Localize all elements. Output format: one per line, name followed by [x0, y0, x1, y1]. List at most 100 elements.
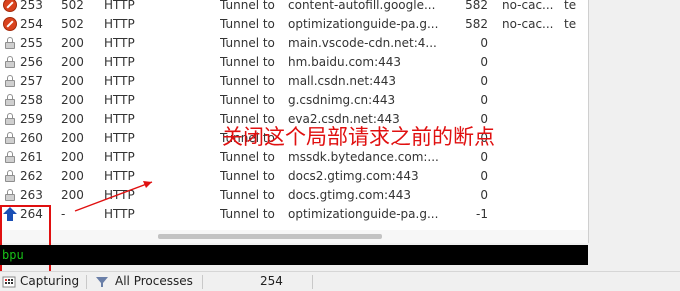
- session-protocol-cell: HTTP: [104, 131, 135, 145]
- session-num-cell: 255: [20, 36, 43, 50]
- session-result-cell: 200: [61, 169, 84, 183]
- capturing-label[interactable]: Capturing: [20, 272, 79, 291]
- session-row[interactable]: 263 200 HTTP Tunnel to docs.gtimg.com:443 0: [0, 186, 588, 205]
- session-url-cell: mall.csdn.net:443: [288, 74, 397, 88]
- status-bar: Capturing All Processes 254: [0, 271, 680, 291]
- lock-icon: [3, 169, 17, 183]
- session-result-cell: 200: [61, 188, 84, 202]
- session-url-cell: content-autofill.google...: [288, 0, 436, 12]
- session-body-cell: 0: [480, 169, 488, 183]
- lock-icon: [3, 131, 17, 145]
- session-body-cell: 582: [465, 0, 488, 12]
- session-caching-cell: no-cac...: [502, 17, 554, 31]
- session-host-cell: Tunnel to: [220, 207, 275, 221]
- session-url-cell: optimizationguide-pa.g...: [288, 207, 439, 221]
- right-pane-edge: [589, 0, 680, 271]
- session-protocol-cell: HTTP: [104, 207, 135, 221]
- session-row[interactable]: 257 200 HTTP Tunnel to mall.csdn.net:443 0: [0, 72, 588, 91]
- session-result-cell: 200: [61, 131, 84, 145]
- session-host-cell: Tunnel to: [220, 0, 275, 12]
- status-divider: [86, 275, 87, 289]
- session-host-cell: Tunnel to: [220, 36, 275, 50]
- process-filter-label[interactable]: All Processes: [115, 272, 193, 291]
- session-ctype-cell: te: [564, 17, 577, 31]
- session-num-cell: 260: [20, 131, 43, 145]
- lock-icon: [3, 150, 17, 164]
- session-host-cell: Tunnel to: [220, 169, 275, 183]
- session-host-cell: Tunnel to: [220, 93, 275, 107]
- session-protocol-cell: HTTP: [104, 36, 135, 50]
- lock-icon: [3, 93, 17, 107]
- session-num-cell: 253: [20, 0, 43, 12]
- session-result-cell: 200: [61, 112, 84, 126]
- lock-icon: [3, 55, 17, 69]
- session-result-cell: 200: [61, 36, 84, 50]
- session-protocol-cell: HTTP: [104, 169, 135, 183]
- horizontal-scrollbar-thumb[interactable]: [158, 234, 382, 239]
- session-num-cell: 258: [20, 93, 43, 107]
- filter-icon: [95, 272, 109, 291]
- session-row[interactable]: 253 502 HTTP Tunnel to content-autofill.goog…: [0, 0, 588, 15]
- session-result-cell: 200: [61, 74, 84, 88]
- session-result-cell: 502: [61, 0, 84, 12]
- session-protocol-cell: HTTP: [104, 55, 135, 69]
- session-body-cell: 0: [480, 74, 488, 88]
- session-body-cell: 582: [465, 17, 488, 31]
- error-icon: [3, 17, 17, 31]
- session-num-cell: 261: [20, 150, 43, 164]
- session-num-cell: 254: [20, 17, 43, 31]
- session-result-cell: 200: [61, 55, 84, 69]
- session-body-cell: 0: [480, 93, 488, 107]
- session-url-cell: optimizationguide-pa.g...: [288, 17, 439, 31]
- session-url-cell: hm.baidu.com:443: [288, 55, 402, 69]
- lock-icon: [3, 36, 17, 50]
- session-protocol-cell: HTTP: [104, 93, 135, 107]
- session-host-cell: Tunnel to: [220, 188, 275, 202]
- quickexec-input[interactable]: bpu: [2, 248, 24, 262]
- session-row[interactable]: 256 200 HTTP Tunnel to hm.baidu.com:443 0: [0, 53, 588, 72]
- session-url-cell: docs.gtimg.com:443: [288, 188, 411, 202]
- annotation-text: 关闭这个局部请求之前的断点: [222, 125, 495, 149]
- session-num-cell: 256: [20, 55, 43, 69]
- session-caching-cell: no-cac...: [502, 0, 554, 12]
- session-ctype-cell: te: [564, 0, 577, 12]
- session-row[interactable]: 254 502 HTTP Tunnel to optimizationguide-pa.…: [0, 15, 588, 34]
- session-host-cell: Tunnel to: [220, 55, 275, 69]
- session-host-cell: Tunnel to: [220, 17, 275, 31]
- filter-icon-svg: [96, 277, 108, 287]
- error-icon: [3, 0, 17, 12]
- session-row[interactable]: 264- HTTP Tunnel to optimizationguide-pa.g.…: [0, 205, 588, 224]
- session-result-cell: 200: [61, 150, 84, 164]
- session-row[interactable]: 262 200 HTTP Tunnel to docs2.gtimg.com:443 0: [0, 167, 588, 186]
- status-divider: [312, 275, 313, 289]
- session-count: 254: [260, 274, 283, 288]
- session-protocol-cell: HTTP: [104, 188, 135, 202]
- session-num-cell: 263: [20, 188, 43, 202]
- session-protocol-cell: HTTP: [104, 112, 135, 126]
- session-host-cell: Tunnel to: [220, 74, 275, 88]
- session-body-cell: -1: [476, 207, 488, 221]
- session-url-cell: g.csdnimg.cn:443: [288, 93, 396, 107]
- capture-icon-svg: [2, 276, 16, 288]
- session-protocol-cell: HTTP: [104, 74, 135, 88]
- session-protocol-cell: HTTP: [104, 150, 135, 164]
- quickexec-bar[interactable]: bpu: [0, 245, 588, 265]
- session-num-cell: 257: [20, 74, 43, 88]
- session-result-cell: -: [61, 207, 66, 221]
- session-protocol-cell: HTTP: [104, 17, 135, 31]
- session-body-cell: 0: [480, 55, 488, 69]
- session-result-cell: 200: [61, 93, 84, 107]
- lock-icon: [3, 74, 17, 88]
- session-url-cell: docs2.gtimg.com:443: [288, 169, 419, 183]
- capture-icon[interactable]: [2, 272, 18, 291]
- session-protocol-cell: HTTP: [104, 0, 135, 12]
- session-num-cell: 259: [20, 112, 43, 126]
- status-divider: [202, 275, 203, 289]
- lock-icon: [3, 188, 17, 202]
- session-body-cell: 0: [480, 36, 488, 50]
- session-body-cell: 0: [480, 188, 488, 202]
- sessions-list: 253 502 HTTP Tunnel to content-autofill.goog…: [0, 0, 588, 230]
- session-row[interactable]: 258 200 HTTP Tunnel to g.csdnimg.cn:443 0: [0, 91, 588, 110]
- session-result-cell: 502: [61, 17, 84, 31]
- session-row[interactable]: 255 200 HTTP Tunnel to main.vscode-cdn.net:4…: [0, 34, 588, 53]
